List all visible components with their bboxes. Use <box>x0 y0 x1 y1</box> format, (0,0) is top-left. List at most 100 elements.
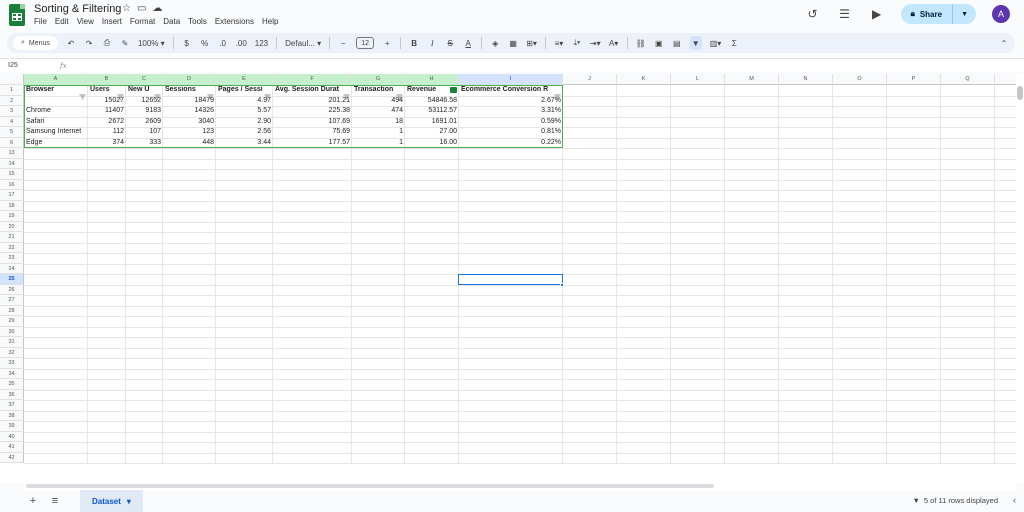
column-header-g[interactable]: G <box>352 74 405 85</box>
filter-toggle-icon[interactable] <box>554 87 561 100</box>
font-size-decrease-icon[interactable]: − <box>338 36 348 50</box>
header-cell-i[interactable]: Ecommerce Conversion R <box>459 85 563 96</box>
zoom-select[interactable]: 100% ▾ <box>138 36 165 50</box>
filter-toggle-icon[interactable] <box>154 87 161 100</box>
font-select[interactable]: Defaul... ▾ <box>285 36 321 50</box>
chevron-left-icon[interactable]: ‹ <box>1013 495 1016 505</box>
filter-views-icon[interactable]: ▥▾ <box>710 36 722 50</box>
data-cell[interactable]: 18 <box>352 117 405 128</box>
horizontal-scroll-thumb[interactable] <box>26 484 714 488</box>
paint-format-icon[interactable]: ✎ <box>120 36 130 50</box>
active-filter-icon[interactable] <box>450 87 457 100</box>
move-folder-icon[interactable]: ▭ <box>137 3 146 14</box>
select-all-corner[interactable] <box>0 74 24 85</box>
data-cell[interactable]: 12652 <box>126 96 163 107</box>
menu-data[interactable]: Data <box>163 17 180 26</box>
data-cell[interactable]: 9183 <box>126 106 163 117</box>
header-cell-f[interactable]: Avg. Session Durat <box>273 85 352 96</box>
row-header-19[interactable]: 19 <box>0 211 24 222</box>
data-cell[interactable]: Samsung Internet <box>24 127 88 138</box>
data-cell[interactable]: 201.21 <box>273 96 352 107</box>
column-header-h[interactable]: H <box>405 74 459 85</box>
borders-icon[interactable]: ▦ <box>508 36 518 50</box>
row-header-27[interactable]: 27 <box>0 295 24 306</box>
row-header-41[interactable]: 41 <box>0 442 24 453</box>
sheet-tab-dataset[interactable]: Dataset ▾ <box>80 490 143 512</box>
data-cell[interactable]: 5.57 <box>216 106 273 117</box>
filter-toggle-icon[interactable] <box>396 87 403 100</box>
data-cell[interactable]: 53112.57 <box>405 106 459 117</box>
column-header-b[interactable]: B <box>88 74 126 85</box>
row-header-33[interactable]: 33 <box>0 358 24 369</box>
account-avatar[interactable]: A <box>992 5 1010 23</box>
data-cell[interactable]: 107 <box>126 127 163 138</box>
data-cell[interactable]: Safari <box>24 117 88 128</box>
number-format-button[interactable]: 123 <box>255 36 268 50</box>
data-cell[interactable]: 177.57 <box>273 138 352 149</box>
column-header-c[interactable]: C <box>126 74 163 85</box>
data-cell[interactable]: 15027 <box>88 96 126 107</box>
row-header-25[interactable]: 25 <box>0 274 24 285</box>
redo-icon[interactable]: ↷ <box>84 36 94 50</box>
row-header-38[interactable]: 38 <box>0 410 24 421</box>
row-header-34[interactable]: 34 <box>0 368 24 379</box>
row-header-20[interactable]: 20 <box>0 221 24 232</box>
comments-icon[interactable]: ☰ <box>837 7 853 21</box>
column-header-a[interactable]: A <box>24 74 88 85</box>
data-cell[interactable]: 75.69 <box>273 127 352 138</box>
insert-chart-icon[interactable]: ▤ <box>672 36 682 50</box>
column-header-f[interactable]: F <box>273 74 352 85</box>
data-cell[interactable]: 3040 <box>163 117 216 128</box>
data-cell[interactable]: Edge <box>24 138 88 149</box>
data-cell[interactable]: 1691.01 <box>405 117 459 128</box>
menu-extensions[interactable]: Extensions <box>215 17 254 26</box>
data-cell[interactable]: 474 <box>352 106 405 117</box>
column-header-j[interactable]: J <box>563 74 617 85</box>
menu-tools[interactable]: Tools <box>188 17 207 26</box>
row-header-23[interactable]: 23 <box>0 253 24 264</box>
filter-icon[interactable]: ▼ <box>689 36 702 50</box>
row-header-4[interactable]: 4 <box>0 116 24 127</box>
row-header-6[interactable]: 6 <box>0 137 24 148</box>
data-cell[interactable]: 2.90 <box>216 117 273 128</box>
insert-comment-icon[interactable]: ▣ <box>654 36 664 50</box>
undo-icon[interactable]: ↶ <box>66 36 76 50</box>
decrease-decimal-button[interactable]: .0 <box>218 36 228 50</box>
vertical-align-icon[interactable]: ⤓▾ <box>572 36 582 50</box>
row-header-3[interactable]: 3 <box>0 106 24 117</box>
menu-view[interactable]: View <box>77 17 94 26</box>
row-header-29[interactable]: 29 <box>0 316 24 327</box>
menu-help[interactable]: Help <box>262 17 278 26</box>
row-header-17[interactable]: 17 <box>0 190 24 201</box>
selected-cell[interactable] <box>458 273 563 285</box>
data-cell[interactable]: 225.38 <box>273 106 352 117</box>
column-header-d[interactable]: D <box>163 74 216 85</box>
data-cell[interactable]: 1 <box>352 138 405 149</box>
data-cell[interactable]: 11407 <box>88 106 126 117</box>
all-sheets-icon[interactable]: ≡ <box>44 495 66 507</box>
fill-color-icon[interactable]: ◈ <box>490 36 500 50</box>
row-header-26[interactable]: 26 <box>0 284 24 295</box>
currency-format-button[interactable]: $ <box>182 36 192 50</box>
row-header-2[interactable]: 2 <box>0 95 24 106</box>
cloud-status-icon[interactable]: ☁ <box>152 3 162 14</box>
data-cell[interactable]: 54846.58 <box>405 96 459 107</box>
data-cell[interactable]: 0.59% <box>459 117 563 128</box>
row-header-28[interactable]: 28 <box>0 305 24 316</box>
percent-format-button[interactable]: % <box>200 36 210 50</box>
history-icon[interactable]: ↺ <box>805 7 821 21</box>
share-button[interactable]: 🔒︎ Share ▼ <box>900 4 976 24</box>
column-header-o[interactable]: O <box>833 74 887 85</box>
row-header-5[interactable]: 5 <box>0 127 24 138</box>
data-cell[interactable]: 3.44 <box>216 138 273 149</box>
data-cell[interactable]: 16.00 <box>405 138 459 149</box>
vertical-scrollbar[interactable] <box>1016 74 1024 482</box>
menu-file[interactable]: File <box>34 17 47 26</box>
row-header-42[interactable]: 42 <box>0 452 24 463</box>
font-size-increase-icon[interactable]: + <box>382 36 392 50</box>
row-header-22[interactable]: 22 <box>0 242 24 253</box>
data-cell[interactable]: 27.00 <box>405 127 459 138</box>
data-cell[interactable]: 374 <box>88 138 126 149</box>
functions-button[interactable]: Σ <box>729 36 739 50</box>
column-header-m[interactable]: M <box>725 74 779 85</box>
